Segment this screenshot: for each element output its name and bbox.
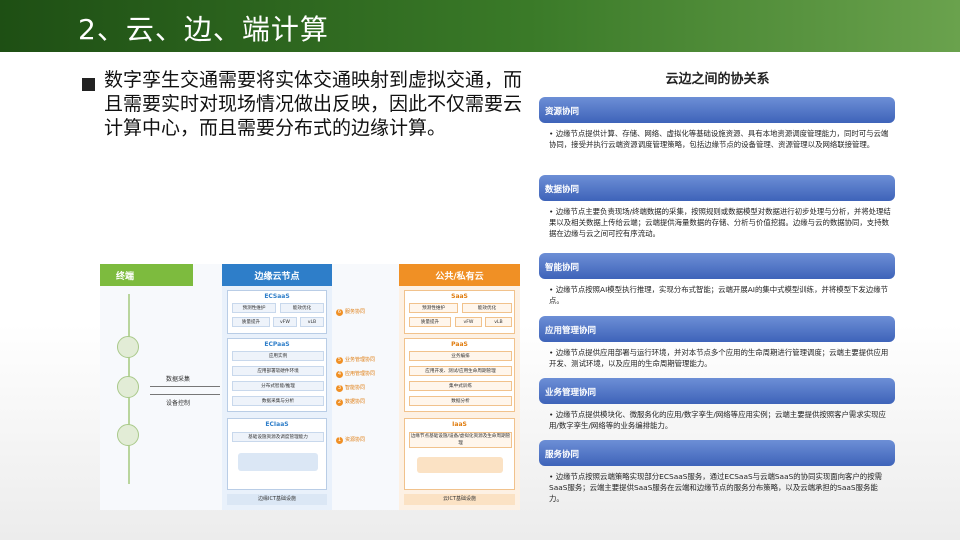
edge-device-icons xyxy=(238,453,318,471)
edge-iaas-title: ECIaaS xyxy=(265,421,289,428)
cloud-footer: 云ICT基础设施 xyxy=(404,494,515,505)
collab-text: 服务协同 xyxy=(345,309,366,315)
edge-paas-box: ECPaaS 应用实例 应用部署软硬件环境 分布式智能/推理 数据采集与分析 xyxy=(227,338,327,412)
collab-text: 业务管理协同 xyxy=(345,357,376,363)
camera-icon xyxy=(117,336,139,358)
edge-paas-chip: 应用部署软硬件环境 xyxy=(232,366,324,376)
collab-num: 1 xyxy=(336,437,343,444)
collab-num: 5 xyxy=(336,357,343,364)
section-bar-app-management: 应用管理协同 xyxy=(539,316,895,342)
collab-num: 6 xyxy=(336,309,343,316)
section-desc-data: • 边缘节点主要负责现场/终端数据的采集，按照规则或数据模型对数据进行初步处理与… xyxy=(549,207,891,238)
cloud-paas-chip: 数据分析 xyxy=(409,396,512,406)
cloud-server-icons xyxy=(417,457,503,473)
collab-label-intelligence: 3 智能协同 xyxy=(336,384,365,392)
bullet-square-icon xyxy=(82,78,95,91)
section-bar-resource: 资源协同 xyxy=(539,97,895,123)
cloud-paas-chip: 业务编排 xyxy=(409,351,512,361)
arrow-left xyxy=(150,394,220,395)
section-bar-data: 数据协同 xyxy=(539,175,895,201)
collab-label-app: 4 应用管理协同 xyxy=(336,370,375,378)
cloud-paas-box: PaaS 业务编排 应用开发、测试/应用生命周期管理 集中式训练 数据分析 xyxy=(404,338,515,412)
section-desc-intelligence: • 边缘节点按照AI模型执行推理，实现分布式智能；云端开展AI的集中式模型训练，… xyxy=(549,285,888,305)
car-icon xyxy=(117,376,139,398)
edge-paas-title: ECPaaS xyxy=(264,341,290,348)
cloud-paas-chip: 应用开发、测试/应用生命周期管理 xyxy=(409,366,512,376)
edge-iaas-chip: 基础设施资源及调度管理能力 xyxy=(232,432,324,442)
cloud-iaas-chip: 边缘节点基础设施/设备/虚拟化资源及生命周期管理 xyxy=(409,432,512,448)
edge-saas-chip: 能效优化 xyxy=(280,303,324,313)
edge-iaas-box: ECIaaS 基础设施资源及调度管理能力 xyxy=(227,418,327,490)
arrow-label-device-control: 设备控制 xyxy=(166,400,191,407)
terminal-column-header: 终端 xyxy=(100,264,193,286)
section-bar-service: 服务协同 xyxy=(539,440,895,466)
section-desc-business-management: • 边缘节点提供模块化、微服务化的应用/数字孪生/网络等应用实例；云端主要提供按… xyxy=(549,410,886,430)
slide-title: 2、云、边、端计算 xyxy=(78,13,329,46)
collab-num: 3 xyxy=(336,385,343,392)
collab-num: 4 xyxy=(336,371,343,378)
collab-label-service: 6 服务协同 xyxy=(336,308,365,316)
edge-paas-chip: 分布式智能/推理 xyxy=(232,381,324,391)
collab-num: 2 xyxy=(336,399,343,406)
edge-saas-chip: 预测性维护 xyxy=(232,303,276,313)
cloud-column-header: 公共/私有云 xyxy=(399,264,520,286)
edge-column-header: 边缘云节点 xyxy=(222,264,332,286)
body-paragraph: 数字孪生交通需要将实体交通映射到虚拟交通，而且需要实时对现场情况做出反映，因此不… xyxy=(104,69,523,139)
edge-saas-box: ECSaaS 预测性维护 能效优化 质量提升 vFW vLB xyxy=(227,290,327,334)
collab-text: 应用管理协同 xyxy=(345,371,376,377)
section-bar-business-management: 业务管理协同 xyxy=(539,378,895,404)
cloud-paas-title: PaaS xyxy=(451,341,468,348)
cloud-saas-box: SaaS 预测性维护 能效优化 质量提升 vFW vLB xyxy=(404,290,515,334)
collab-label-resource: 1 资源协同 xyxy=(336,436,365,444)
edge-saas-chip: vFW xyxy=(273,317,297,327)
cloud-iaas-title: IaaS xyxy=(452,421,467,428)
edge-footer: 边缘ICT基础设施 xyxy=(227,494,327,505)
collab-text: 智能协同 xyxy=(345,385,366,391)
section-desc-resource: • 边缘节点提供计算、存储、网络、虚拟化等基础设施资源、具有本地资源调度管理能力… xyxy=(549,129,889,149)
collab-label-data: 2 数据协同 xyxy=(336,398,365,406)
edge-paas-chip: 数据采集与分析 xyxy=(232,396,324,406)
collab-text: 资源协同 xyxy=(345,437,366,443)
section-desc-app-management: • 边缘节点提供应用部署与运行环境，并对本节点多个应用的生命周期进行管理调度；云… xyxy=(549,348,889,368)
arrow-right xyxy=(150,386,220,387)
edge-saas-chip: 质量提升 xyxy=(232,317,270,327)
cloud-iaas-box: IaaS 边缘节点基础设施/设备/虚拟化资源及生命周期管理 xyxy=(404,418,515,490)
cloud-saas-title: SaaS xyxy=(451,293,468,300)
section-bar-intelligence: 智能协同 xyxy=(539,253,895,279)
collab-label-business: 5 业务管理协同 xyxy=(336,356,375,364)
relation-title: 云边之间的协关系 xyxy=(665,72,770,87)
cloud-saas-chip: 质量提升 xyxy=(409,317,451,327)
edge-paas-chip: 应用实例 xyxy=(232,351,324,361)
traffic-light-icon xyxy=(117,424,139,446)
edge-saas-chip: vLB xyxy=(300,317,324,327)
section-desc-service: • 边缘节点按照云端策略实现部分ECSaaS服务，通过ECSaaS与云端SaaS… xyxy=(549,472,882,503)
collab-text: 数据协同 xyxy=(345,399,366,405)
cloud-saas-chip: 能效优化 xyxy=(462,303,512,313)
cloud-paas-chip: 集中式训练 xyxy=(409,381,512,391)
arrow-label-data-collect: 数据采集 xyxy=(166,376,191,383)
cloud-saas-chip: 预测性维护 xyxy=(409,303,458,313)
cloud-edge-diagram: 终端 边缘云节点 公共/私有云 数据采集 设备控制 ECSaaS 预测性维护 能… xyxy=(100,264,520,510)
cloud-saas-chip: vFW xyxy=(455,317,482,327)
cloud-saas-chip: vLB xyxy=(485,317,512,327)
edge-saas-title: ECSaaS xyxy=(264,293,290,300)
